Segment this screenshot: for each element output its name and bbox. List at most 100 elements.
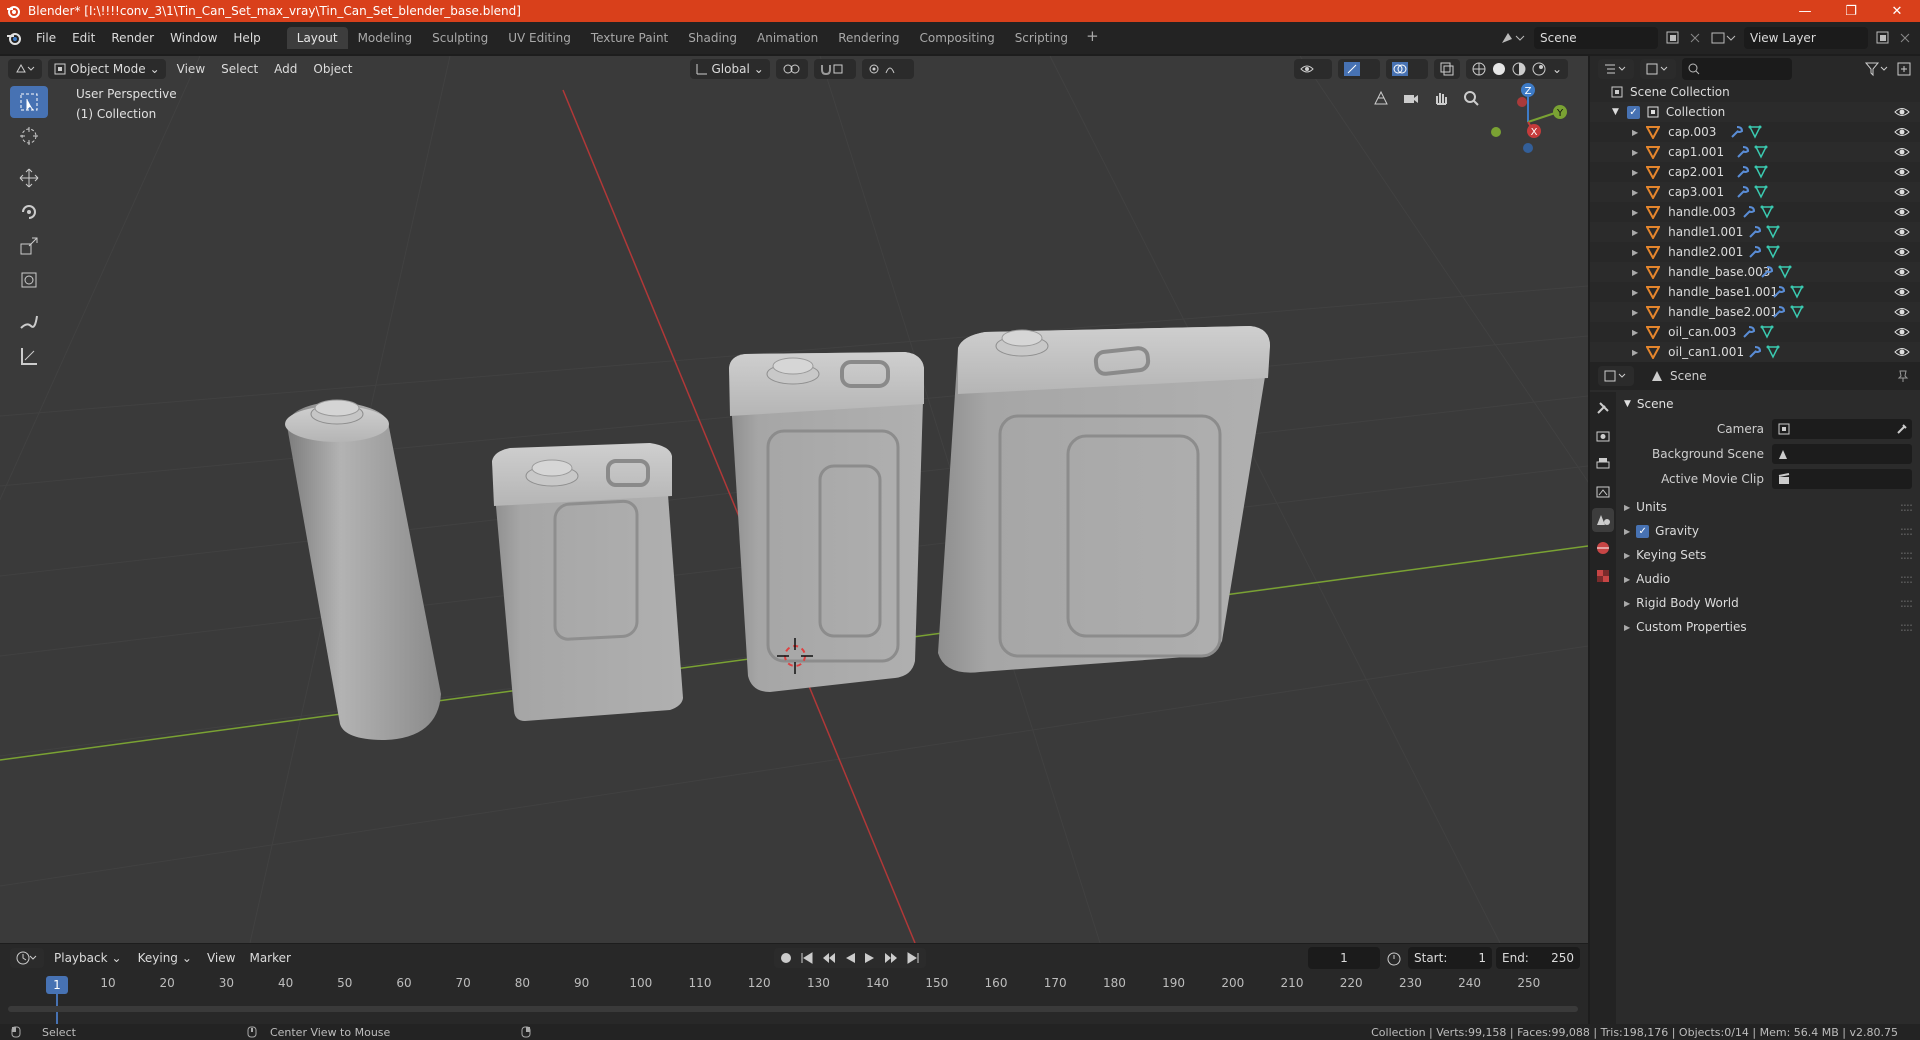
expand-arrow-icon[interactable]: ▶ [1632,208,1638,217]
subpanel-units[interactable]: ▶ Units:::: [1620,495,1916,519]
close-button[interactable]: ✕ [1874,0,1920,22]
overlay-toggle[interactable] [1385,59,1428,79]
select-box-tool[interactable] [10,86,48,118]
xray-toggle[interactable] [1433,59,1460,79]
modifier-wrench-icon[interactable] [1760,265,1774,279]
outliner-scene-collection[interactable]: Scene Collection [1590,82,1920,102]
axis-navigation-gizmo[interactable]: Z Y X [1488,80,1568,160]
new-collection-icon[interactable] [1896,61,1914,77]
tab-layout[interactable]: Layout [286,27,348,49]
view-layer-name-field[interactable]: View Layer [1744,27,1868,49]
output-tab[interactable] [1592,452,1614,476]
expand-arrow-icon[interactable]: ▶ [1632,308,1638,317]
subpanel-audio[interactable]: ▶ Audio:::: [1620,567,1916,591]
modifier-wrench-icon[interactable] [1772,305,1786,319]
outliner-object-row[interactable]: ▶ cap2.001 [1590,162,1920,182]
oil-can-large[interactable] [938,326,1270,673]
keying-menu[interactable]: Keying ⌄ [132,948,198,968]
blender-menu-icon[interactable] [0,30,28,46]
eye-icon[interactable] [1894,126,1910,138]
mesh-data-icon[interactable] [1790,305,1804,319]
gizmo-neg-x[interactable] [1517,97,1527,107]
gravity-checkbox[interactable]: ✓ [1636,524,1650,538]
prev-keyframe-icon[interactable] [822,952,836,964]
expand-arrow-icon[interactable]: ▶ [1632,168,1638,177]
expand-arrow-icon[interactable]: ▶ [1632,348,1638,357]
drag-handle-icon[interactable]: :::: [1900,500,1913,514]
modifier-wrench-icon[interactable] [1772,285,1786,299]
eye-icon[interactable] [1894,166,1910,178]
eye-icon[interactable] [1894,106,1910,118]
expand-arrow-icon[interactable]: ▶ [1632,228,1638,237]
outliner-object-row[interactable]: ▶ handle.003 [1590,202,1920,222]
visibility-dropdown[interactable] [1293,59,1332,79]
scale-tool[interactable] [10,230,48,262]
drag-handle-icon[interactable]: :::: [1900,548,1913,562]
outliner-collection[interactable]: ▼ ✓ Collection [1590,102,1920,122]
mesh-data-icon[interactable] [1760,325,1774,339]
viewport-menu-add[interactable]: Add [269,62,302,76]
end-frame-field[interactable]: End: 250 [1496,947,1580,969]
mesh-data-icon[interactable] [1748,125,1762,139]
solid-shading-icon[interactable] [1492,62,1506,76]
viewport-scene[interactable] [0,56,1588,943]
eye-icon[interactable] [1894,206,1910,218]
outliner-search-input[interactable] [1682,58,1792,80]
oil-can-small[interactable] [492,443,683,721]
pin-icon[interactable] [1896,369,1910,383]
collection-exclude-checkbox[interactable]: ✓ [1626,105,1640,119]
tab-animation[interactable]: Animation [747,27,828,49]
mesh-data-icon[interactable] [1790,285,1804,299]
drag-handle-icon[interactable]: :::: [1900,596,1913,610]
rotate-tool[interactable] [10,196,48,228]
tab-modeling[interactable]: Modeling [348,27,423,49]
mesh-data-icon[interactable] [1760,205,1774,219]
minimize-button[interactable]: — [1782,0,1828,22]
gizmo-toggle[interactable] [1337,59,1380,79]
outliner-object-row[interactable]: ▶ cap1.001 [1590,142,1920,162]
modifier-wrench-icon[interactable] [1742,205,1756,219]
maximize-button[interactable]: ❐ [1828,0,1874,22]
active-movie-clip-field[interactable] [1772,468,1912,489]
modifier-wrench-icon[interactable] [1736,165,1750,179]
mesh-data-icon[interactable] [1754,145,1768,159]
transform-tool[interactable] [10,264,48,296]
viewport-menu-object[interactable]: Object [308,62,357,76]
annotate-tool[interactable] [10,306,48,338]
expand-arrow-icon[interactable]: ▶ [1632,128,1638,137]
mesh-data-icon[interactable] [1754,185,1768,199]
expand-arrow-icon[interactable]: ▶ [1632,248,1638,257]
modifier-wrench-icon[interactable] [1748,225,1762,239]
modifier-wrench-icon[interactable] [1730,125,1744,139]
expand-arrow-icon[interactable]: ▶ [1632,188,1638,197]
add-workspace-button[interactable]: + [1078,27,1107,49]
playback-menu[interactable]: Playback ⌄ [48,948,128,968]
modifier-wrench-icon[interactable] [1742,325,1756,339]
subpanel-gravity[interactable]: ▶ ✓ Gravity:::: [1620,519,1916,543]
stopwatch-icon[interactable] [1384,950,1404,966]
expand-arrow-icon[interactable]: ▶ [1632,148,1638,157]
rendered-shading-icon[interactable] [1532,62,1546,76]
perspective-toggle-icon[interactable] [1369,86,1393,110]
expand-arrow-icon[interactable]: ▶ [1632,268,1638,277]
new-view-layer-icon[interactable] [1874,29,1892,47]
modifier-wrench-icon[interactable] [1736,185,1750,199]
oil-can-bottle[interactable] [285,399,441,740]
delete-view-layer-icon[interactable] [1898,29,1912,47]
properties-editor-type-button[interactable] [1598,366,1634,386]
menu-file[interactable]: File [28,27,64,49]
snap-toggle[interactable] [813,59,856,79]
viewport-menu-select[interactable]: Select [216,62,263,76]
play-reverse-icon[interactable] [844,952,856,964]
mesh-data-icon[interactable] [1766,245,1780,259]
scene-panel-header[interactable]: ▼ Scene [1620,392,1916,416]
modifier-wrench-icon[interactable] [1748,245,1762,259]
eye-icon[interactable] [1894,286,1910,298]
outliner-object-row[interactable]: ▶ cap3.001 [1590,182,1920,202]
mesh-data-icon[interactable] [1766,225,1780,239]
editor-type-button[interactable] [8,59,42,79]
jump-start-icon[interactable] [800,952,814,964]
pan-hand-icon[interactable] [1429,86,1453,110]
outliner-object-row[interactable]: ▶ handle_base1.001 [1590,282,1920,302]
transform-orientation-dropdown[interactable]: Global ⌄ [689,59,770,79]
